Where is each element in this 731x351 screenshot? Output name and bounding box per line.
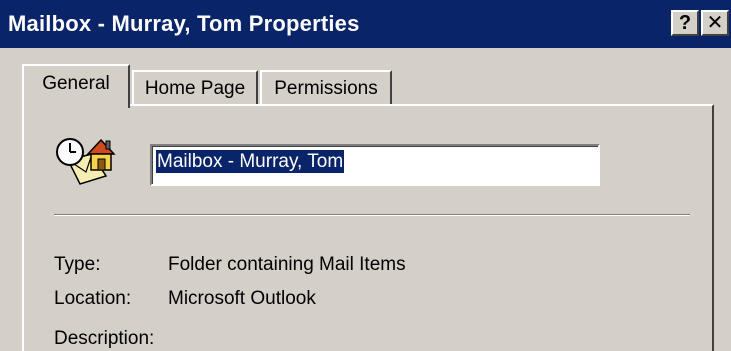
window-title: Mailbox - Murray, Tom Properties (8, 11, 360, 36)
folder-name-field[interactable]: Mailbox - Murray, Tom (150, 144, 600, 186)
general-panel: Mailbox - Murray, Tom Type: Folder conta… (22, 104, 714, 351)
tab-home-page[interactable]: Home Page (132, 70, 258, 106)
location-value: Microsoft Outlook (168, 288, 316, 309)
separator (54, 214, 690, 216)
help-icon: ? (678, 12, 692, 34)
location-label: Location: (54, 288, 132, 309)
tab-permissions[interactable]: Permissions (260, 70, 392, 106)
close-icon: ✕ (706, 12, 724, 34)
type-value: Folder containing Mail Items (168, 254, 406, 275)
tab-permissions-label: Permissions (274, 78, 378, 99)
tab-general[interactable]: General (22, 64, 130, 108)
tab-general-label: General (42, 73, 110, 94)
close-button[interactable]: ✕ (701, 10, 729, 36)
help-button[interactable]: ? (671, 10, 699, 36)
folder-mailbox-icon (54, 132, 118, 186)
type-label: Type: (54, 254, 101, 275)
title-bar[interactable]: Mailbox - Murray, Tom Properties ? ✕ (0, 0, 731, 48)
folder-name-value: Mailbox - Murray, Tom (156, 150, 345, 173)
description-label: Description: (54, 328, 155, 349)
tab-home-page-label: Home Page (144, 78, 246, 99)
